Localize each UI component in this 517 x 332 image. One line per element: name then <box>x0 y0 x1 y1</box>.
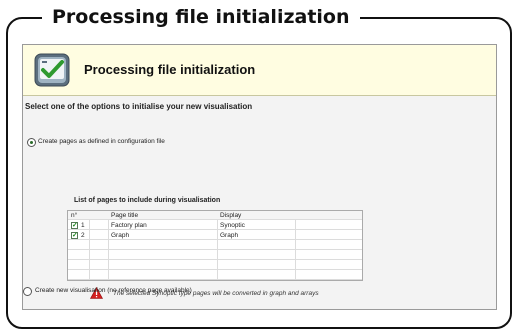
table-row-empty <box>68 251 362 260</box>
dialog-banner: Processing file initialization <box>23 45 496 96</box>
row-checkbox[interactable]: ✓ <box>71 222 78 229</box>
table-row[interactable]: ✓ 2 Graph Graph <box>68 231 362 240</box>
outer-title: Processing file initialization <box>42 4 360 30</box>
row-number: 1 <box>81 222 85 229</box>
option-new-visualisation-label[interactable]: Create new visualisation (no reference p… <box>35 287 192 294</box>
table-row-empty <box>68 271 362 280</box>
table-row-empty <box>68 261 362 270</box>
row-display: Synoptic <box>220 222 245 229</box>
init-dialog: Processing file initialization Select on… <box>22 44 497 310</box>
row-checkbox[interactable]: ✓ <box>71 232 78 239</box>
row-display: Graph <box>220 232 239 239</box>
pages-table: n° Page title Display ✓ 1 Factory plan S… <box>67 210 363 281</box>
col-title-header[interactable]: Page title <box>111 211 138 220</box>
table-row-empty <box>68 241 362 250</box>
table-row[interactable]: ✓ 1 Factory plan Synoptic <box>68 221 362 230</box>
pages-list-title: List of pages to include during visualis… <box>74 197 221 204</box>
col-number-header[interactable]: n° <box>71 211 77 220</box>
col-display-header[interactable]: Display <box>220 211 241 220</box>
instruction-text: Select one of the options to initialise … <box>25 102 253 111</box>
table-header: n° Page title Display <box>68 211 362 220</box>
row-number: 2 <box>81 232 85 239</box>
option-config-file-radio[interactable] <box>27 138 36 147</box>
option-new-visualisation-radio[interactable] <box>23 287 32 296</box>
checklist-icon <box>34 53 70 87</box>
row-title: Factory plan <box>111 222 147 229</box>
option-config-file-label[interactable]: Create pages as defined in configuration… <box>38 138 165 145</box>
dialog-title: Processing file initialization <box>84 62 256 77</box>
row-title: Graph <box>111 232 130 239</box>
